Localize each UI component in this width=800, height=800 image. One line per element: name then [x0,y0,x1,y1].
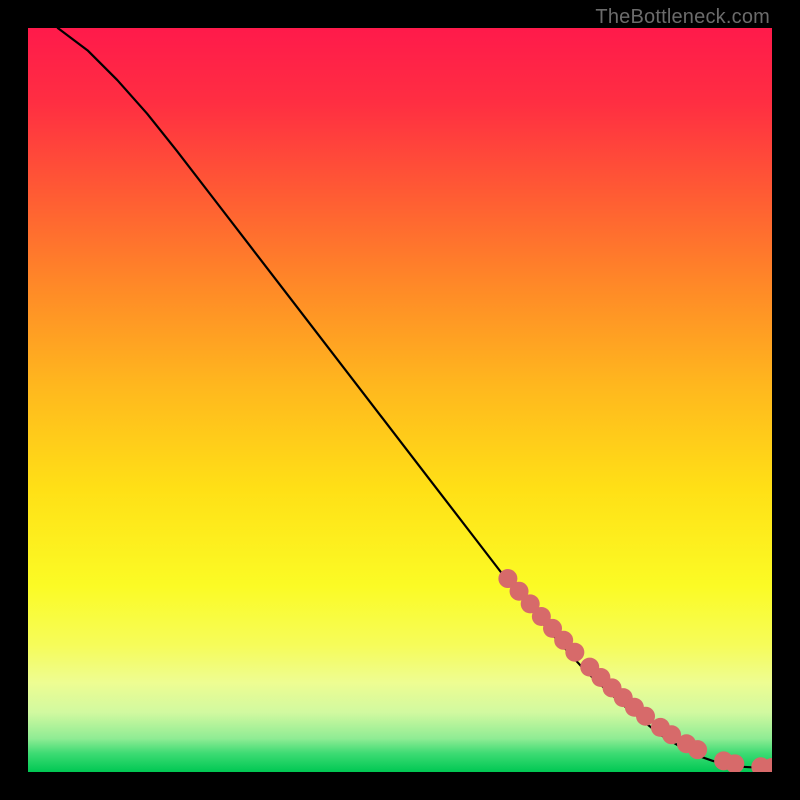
data-point [565,643,584,662]
chart-frame [28,28,772,772]
chart-canvas [28,28,772,772]
data-point [688,740,707,759]
watermark-text: TheBottleneck.com [595,6,770,29]
chart-background [28,28,772,772]
